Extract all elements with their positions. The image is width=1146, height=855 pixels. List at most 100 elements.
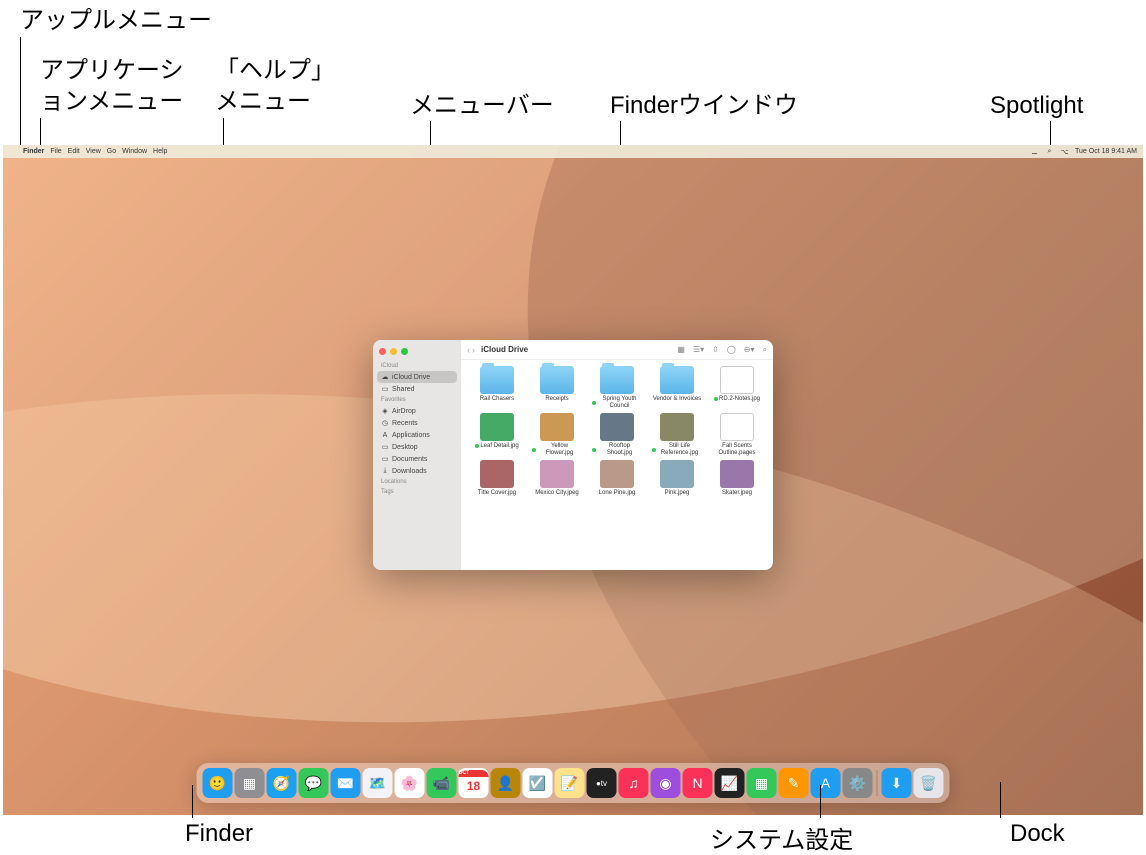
dock-app-notes[interactable]: 📝 [555,768,585,798]
back-button[interactable]: ‹ [467,345,470,355]
app-menu[interactable]: Finder [23,148,44,155]
file-label: Spring Youth Council [592,396,642,409]
dock-app-system-settings[interactable]: ⚙️ [843,768,873,798]
image-thumbnail [600,413,634,441]
sidebar-item-icloud-drive[interactable]: ☁︎iCloud Drive [377,371,457,383]
menu-go[interactable]: Go [107,148,116,155]
image-thumbnail [480,460,514,488]
tag-icon[interactable]: ◯ [727,345,736,355]
sidebar-item-label: iCloud Drive [392,374,430,381]
tag-dot-icon [532,448,536,452]
sidebar-item-documents[interactable]: ▭Documents [373,453,461,465]
dock-app-calendar[interactable]: OCT18 [459,768,489,798]
file-item[interactable]: RD.2-Notes.jpg [711,366,763,409]
document-icon [720,366,754,394]
file-item[interactable]: Rail Chasers [471,366,523,409]
dock-app-finder[interactable]: 🙂 [203,768,233,798]
dock-app-stocks[interactable]: 📈 [715,768,745,798]
dock-trash[interactable]: 🗑️ [914,768,944,798]
dock-app-mail[interactable]: ✉️ [331,768,361,798]
file-item[interactable]: Still Life Reference.jpg [651,413,703,456]
menu-help[interactable]: Help [153,148,167,155]
finder-title: iCloud Drive [481,345,528,354]
sidebar-item-applications[interactable]: AApplications [373,429,461,441]
file-item[interactable]: Mexico City.jpeg [531,460,583,497]
dock-app-messages[interactable]: 💬 [299,768,329,798]
callout-app-menu: アプリケーションメニュー [40,55,200,117]
file-label: Yellow Flower.jpg [532,443,582,456]
spotlight-icon[interactable]: ⌕ [1045,147,1054,156]
sidebar-item-desktop[interactable]: ▭Desktop [373,441,461,453]
search-icon[interactable]: ⌕ [763,345,767,355]
image-thumbnail [660,460,694,488]
sidebar-item-label: Desktop [392,444,418,451]
tag-dot-icon [652,448,656,452]
macos-desktop: Finder File Edit View Go Window Help ⚊ ⌕… [3,145,1143,815]
menu-edit[interactable]: Edit [68,148,80,155]
dock-downloads[interactable]: ⬇︎ [882,768,912,798]
traffic-light-close[interactable] [379,348,386,355]
sidebar-section-tags: Tags [373,487,461,497]
finder-window[interactable]: iCloud ☁︎iCloud Drive ▭Shared Favorites … [373,340,773,570]
file-item[interactable]: Rooftop Shoot.jpg [591,413,643,456]
dock-separator [877,770,878,796]
sidebar-item-airdrop[interactable]: ◈AirDrop [373,405,461,417]
dock-app-maps[interactable]: 🗺️ [363,768,393,798]
folder-icon [540,366,574,394]
sidebar-item-recents[interactable]: ◷Recents [373,417,461,429]
sidebar-item-label: Documents [392,456,427,463]
view-icon-grid[interactable]: ▦ [677,345,685,355]
dock: 🙂▦🧭💬✉️🗺️🌸📹OCT18👤☑️📝●tv♫◉N📈▦✎A⚙️⬇︎🗑️ [197,763,950,803]
menu-file[interactable]: File [50,148,61,155]
file-item[interactable]: Receipts [531,366,583,409]
file-item[interactable]: Pink.jpeg [651,460,703,497]
menubar-datetime[interactable]: Tue Oct 18 9:41 AM [1075,148,1137,155]
airdrop-icon: ◈ [381,407,389,415]
sidebar-item-label: Shared [392,386,415,393]
dock-app-tv[interactable]: ●tv [587,768,617,798]
dock-app-podcasts[interactable]: ◉ [651,768,681,798]
tag-dot-icon [592,448,596,452]
menu-bar: Finder File Edit View Go Window Help ⚊ ⌕… [3,145,1143,158]
file-item[interactable]: Skater.jpeg [711,460,763,497]
forward-button[interactable]: › [472,345,475,355]
dock-app-app-store[interactable]: A [811,768,841,798]
share-icon[interactable]: ⇧ [712,345,719,355]
file-item[interactable]: Leaf Detail.jpg [471,413,523,456]
dock-app-news[interactable]: N [683,768,713,798]
dock-app-launchpad[interactable]: ▦ [235,768,265,798]
dock-app-facetime[interactable]: 📹 [427,768,457,798]
view-group-icon[interactable]: ☰▾ [693,345,704,355]
doc-icon: ▭ [381,455,389,463]
file-item[interactable]: Yellow Flower.jpg [531,413,583,456]
cloud-icon: ☁︎ [381,373,389,381]
dock-app-safari[interactable]: 🧭 [267,768,297,798]
finder-sidebar: iCloud ☁︎iCloud Drive ▭Shared Favorites … [373,340,461,570]
sidebar-item-downloads[interactable]: ⤓Downloads [373,465,461,477]
dock-app-photos[interactable]: 🌸 [395,768,425,798]
dock-app-numbers[interactable]: ▦ [747,768,777,798]
control-center-icon[interactable]: ⌥ [1060,147,1069,156]
action-icon[interactable]: ⊖▾ [744,345,755,355]
sidebar-section-icloud: iCloud [373,361,461,371]
callout-finder-window: Finderウインドウ [610,90,798,121]
image-thumbnail [600,460,634,488]
callout-system-settings: システム設定 [710,820,853,855]
wifi-icon[interactable]: ⚊ [1030,147,1039,156]
file-item[interactable]: Lone Pine.jpg [591,460,643,497]
menu-view[interactable]: View [86,148,101,155]
menu-window[interactable]: Window [122,148,147,155]
dock-app-contacts[interactable]: 👤 [491,768,521,798]
traffic-light-zoom[interactable] [401,348,408,355]
file-label: Skater.jpeg [722,490,752,497]
file-label: Fall Scents Outline.pages [712,443,762,456]
dock-app-pages[interactable]: ✎ [779,768,809,798]
traffic-light-minimize[interactable] [390,348,397,355]
dock-app-music[interactable]: ♫ [619,768,649,798]
dock-app-reminders[interactable]: ☑️ [523,768,553,798]
file-item[interactable]: Fall Scents Outline.pages [711,413,763,456]
file-item[interactable]: Vendor & Invoices [651,366,703,409]
sidebar-item-shared[interactable]: ▭Shared [373,383,461,395]
file-item[interactable]: Spring Youth Council [591,366,643,409]
file-item[interactable]: Title Cover.jpg [471,460,523,497]
